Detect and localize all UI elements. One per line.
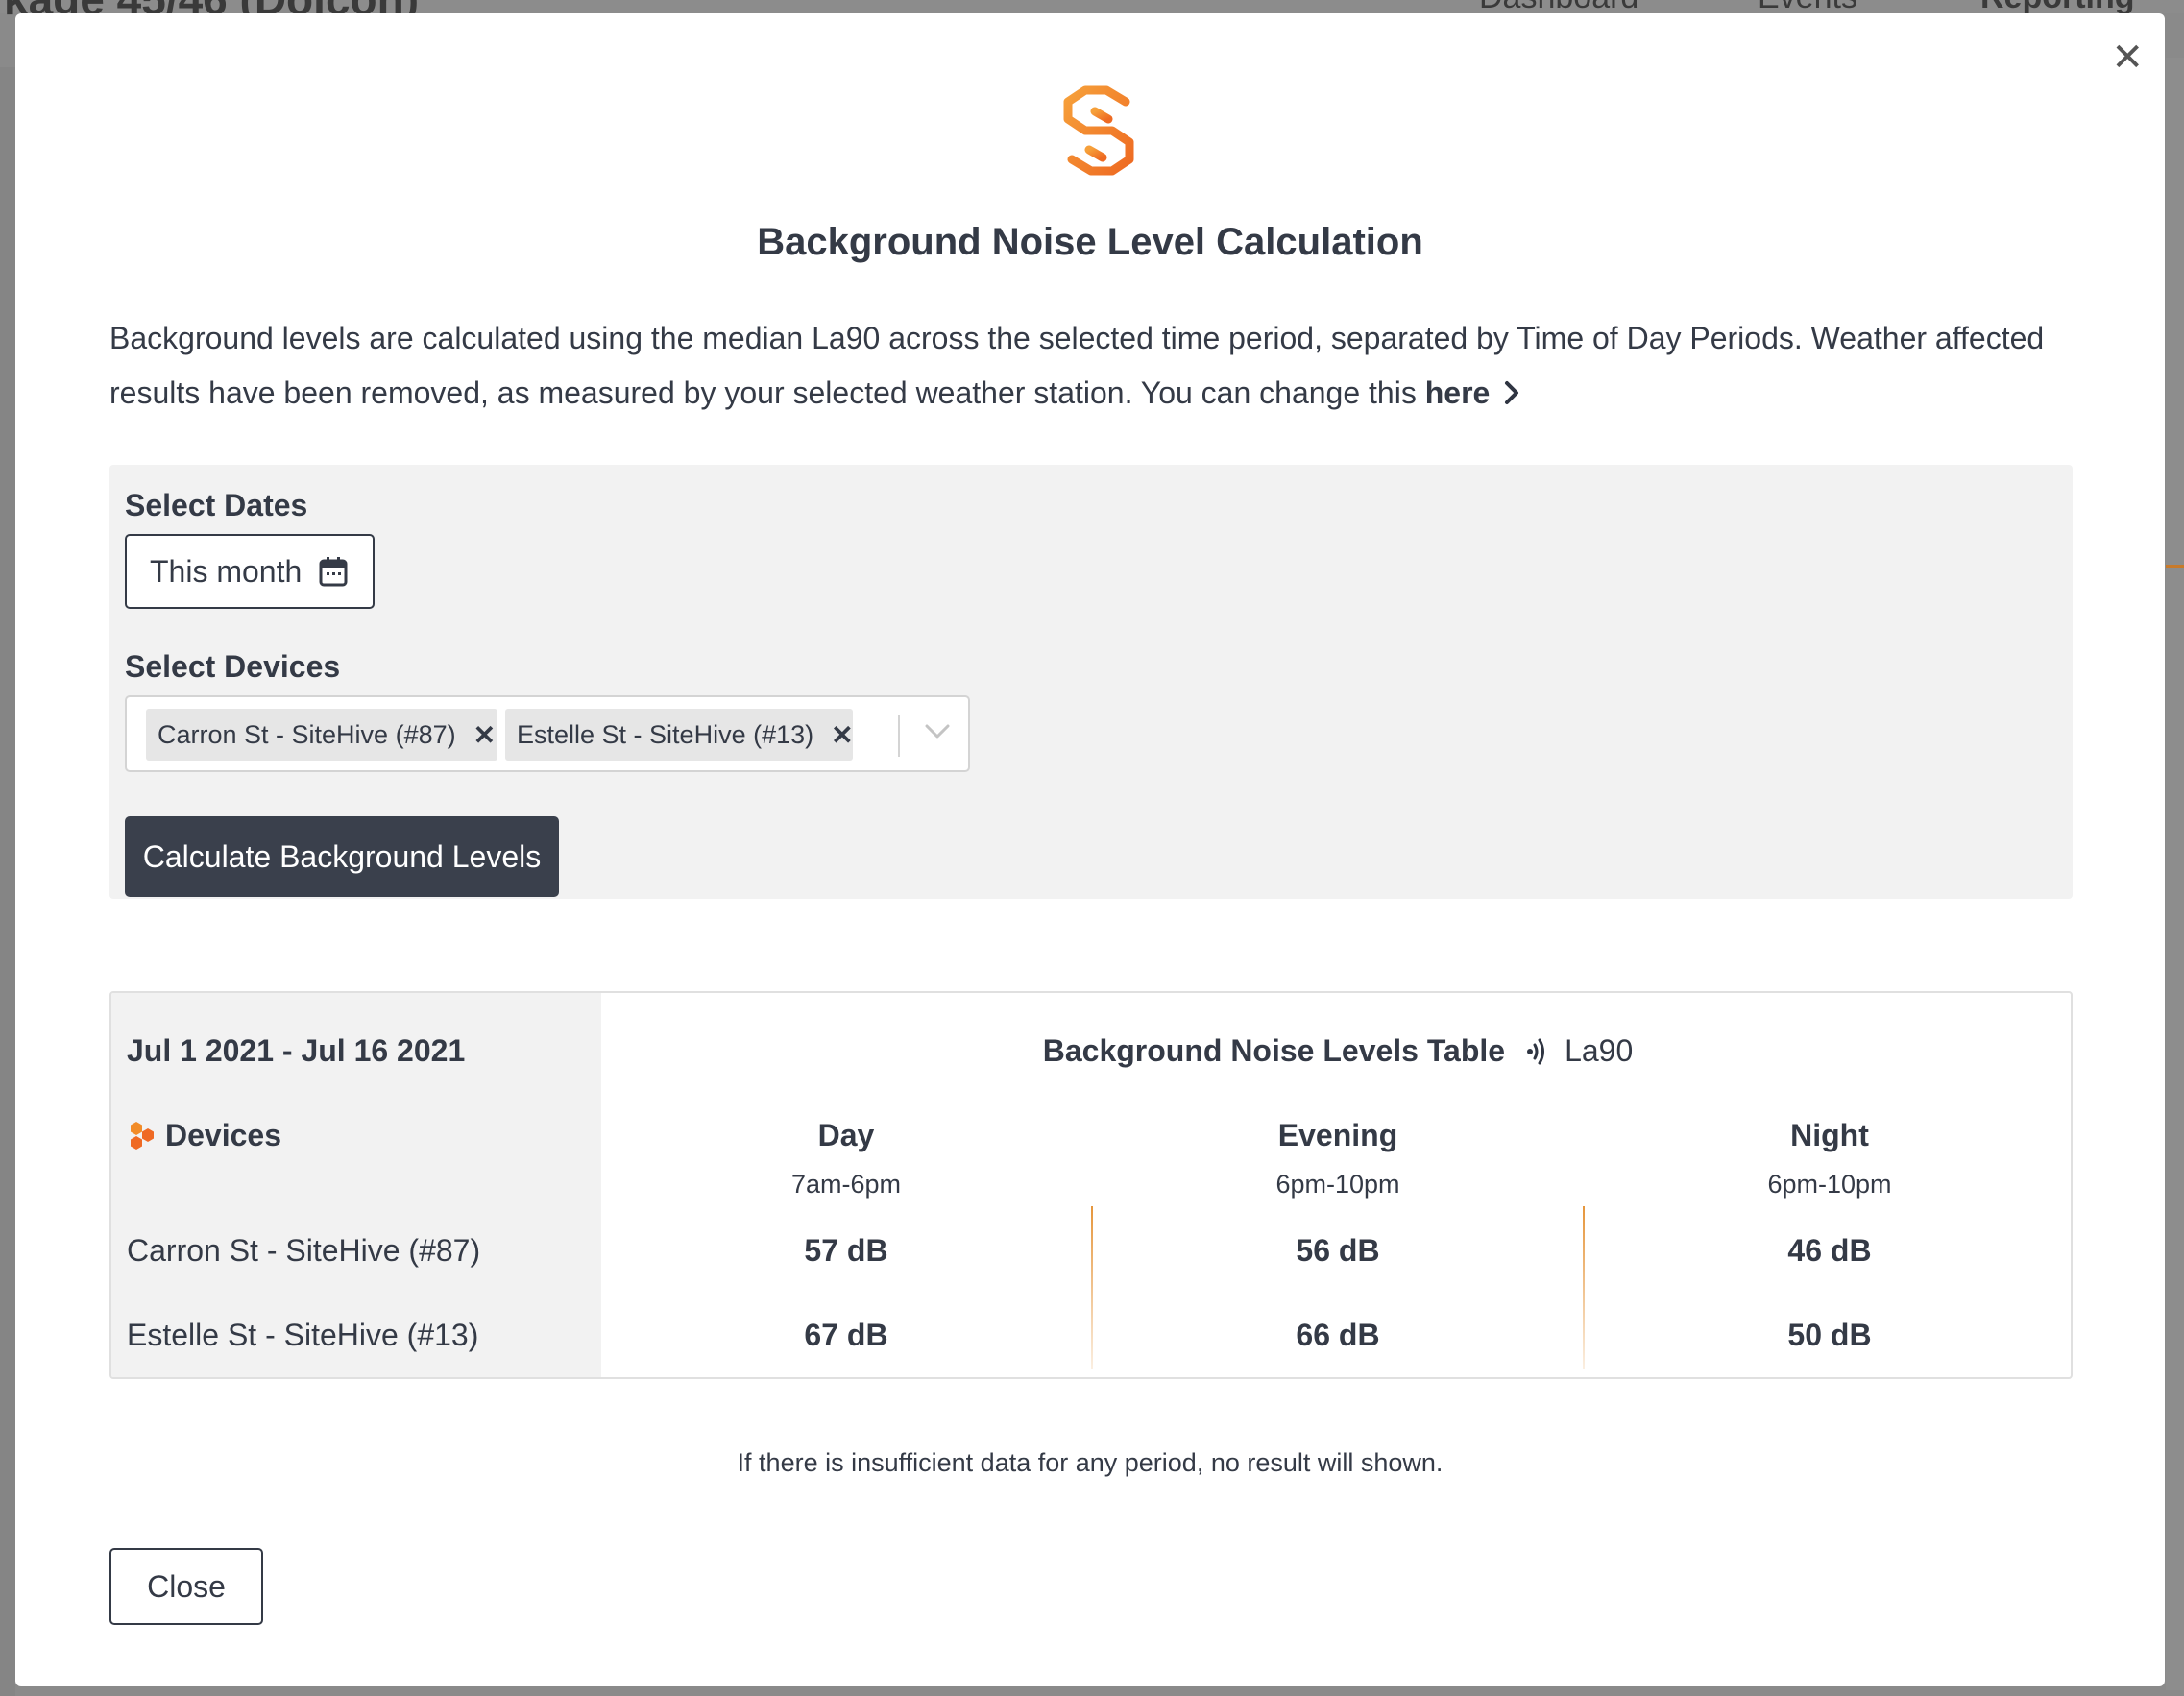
remove-device-icon[interactable]: ✕: [831, 719, 853, 751]
dropdown-separator: [898, 715, 900, 757]
results-date-range: Jul 1 2021 - Jul 16 2021: [127, 1033, 466, 1068]
noise-value: 56 dB: [1296, 1233, 1380, 1268]
device-chip: Carron St - SiteHive (#87) ✕: [146, 709, 497, 761]
noise-value: 57 dB: [804, 1233, 888, 1268]
chevron-down-icon[interactable]: [924, 722, 951, 741]
results-device-column: Jul 1 2021 - Jul 16 2021 Devices Carron …: [111, 993, 601, 1377]
background-right-content: [2166, 58, 2184, 1690]
chevron-right-icon[interactable]: [1503, 380, 1520, 405]
period-time: 6pm-10pm: [1767, 1170, 1892, 1199]
change-weather-link[interactable]: here: [1425, 376, 1491, 410]
results-table: Jul 1 2021 - Jul 16 2021 Devices Carron …: [109, 991, 2073, 1379]
date-range-value: This month: [150, 553, 303, 589]
background-chart-line: [2166, 565, 2184, 568]
devices-hive-icon: [131, 1121, 154, 1150]
background-sidebar: [0, 67, 15, 1696]
period-time: 7am-6pm: [790, 1170, 902, 1199]
date-range-picker[interactable]: This month: [125, 534, 375, 609]
intro-description: Background levels are calculated using t…: [109, 311, 2088, 421]
remove-device-icon[interactable]: ✕: [473, 719, 496, 751]
period-column-night: Night 6pm-10pm 46 dB 50 dB: [1585, 993, 2071, 1377]
devices-header: Devices: [127, 1118, 281, 1153]
insufficient-data-note: If there is insufficient data for any pe…: [737, 1448, 1444, 1477]
noise-value: 66 dB: [1296, 1318, 1380, 1352]
noise-value: 67 dB: [804, 1318, 888, 1352]
noise-value: 50 dB: [1787, 1318, 1872, 1352]
noise-value: 46 dB: [1787, 1233, 1872, 1268]
period-column-evening: Evening 6pm-10pm 56 dB 66 dB: [1093, 993, 1583, 1377]
device-row-name: Carron St - SiteHive (#87): [127, 1233, 481, 1268]
device-chip-label: Estelle St - SiteHive (#13): [517, 719, 814, 749]
period-name: Evening: [1277, 1118, 1398, 1152]
calendar-icon: [319, 557, 348, 587]
device-multiselect[interactable]: Carron St - SiteHive (#87) ✕ Estelle St …: [125, 695, 970, 772]
modal-title: Background Noise Level Calculation: [757, 221, 1423, 263]
select-devices-label: Select Devices: [125, 649, 341, 684]
sitehive-logo-icon: [1063, 85, 1134, 176]
selection-panel: Select Dates This month Select Devices C…: [109, 465, 2073, 899]
period-name: Day: [817, 1118, 875, 1152]
period-column-day: Day 7am-6pm 57 dB 67 dB: [601, 993, 1091, 1377]
period-time: 6pm-10pm: [1275, 1170, 1400, 1199]
device-chip: Estelle St - SiteHive (#13) ✕: [505, 709, 854, 761]
close-button[interactable]: Close: [109, 1548, 263, 1625]
intro-text: Background levels are calculated using t…: [109, 321, 2045, 410]
close-icon[interactable]: ✕: [2111, 38, 2144, 77]
devices-header-label: Devices: [165, 1118, 281, 1152]
select-dates-label: Select Dates: [125, 488, 308, 522]
period-name: Night: [1790, 1118, 1869, 1152]
calculate-background-levels-button[interactable]: Calculate Background Levels: [125, 816, 559, 897]
background-noise-modal: ✕ Background Noise Level Calculation Bac…: [15, 13, 2165, 1686]
device-row-name: Estelle St - SiteHive (#13): [127, 1318, 479, 1352]
device-chip-label: Carron St - SiteHive (#87): [158, 719, 456, 749]
